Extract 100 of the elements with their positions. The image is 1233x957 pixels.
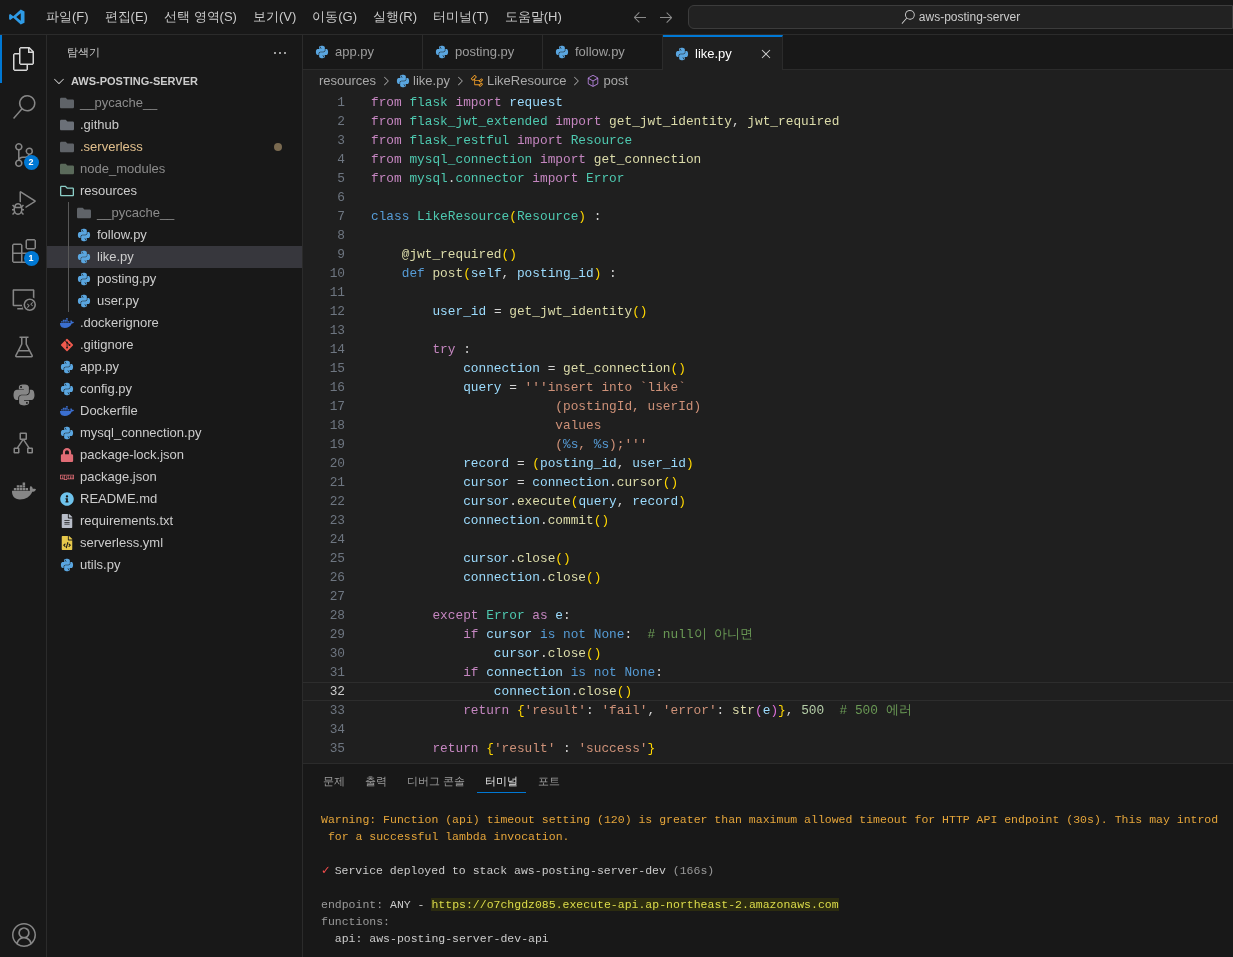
- lock-icon: [60, 448, 74, 462]
- folder-icon: [60, 118, 74, 132]
- menu-item[interactable]: 이동(G): [304, 7, 366, 27]
- tree-item[interactable]: follow.py: [47, 224, 302, 246]
- folder-icon: [60, 96, 74, 110]
- line-number: 1: [336, 93, 345, 112]
- line-number: 9: [336, 245, 345, 264]
- code-line: cursor.close(): [462, 549, 571, 568]
- tree-item[interactable]: user.py: [47, 290, 302, 312]
- source-control-icon: [12, 143, 36, 167]
- code-line: from flask import request: [371, 93, 563, 112]
- code-line: from mysql_connection import get_connection: [371, 150, 702, 169]
- line-number: 22: [328, 492, 345, 511]
- breadcrumb-item[interactable]: like.py: [413, 71, 450, 91]
- line-number: 7: [336, 207, 345, 226]
- tree-item[interactable]: Dockerfile: [47, 400, 302, 422]
- menu-item[interactable]: 실행(R): [365, 7, 426, 27]
- section-header[interactable]: AWS-POSTING-SERVER: [47, 70, 302, 92]
- tree-item[interactable]: app.py: [47, 356, 302, 378]
- tree-item[interactable]: requirements.txt: [47, 510, 302, 532]
- tree-item[interactable]: .gitignore: [47, 334, 302, 356]
- tree-item[interactable]: config.py: [47, 378, 302, 400]
- menu-item[interactable]: 터미널(T): [425, 7, 497, 27]
- line-number: 13: [328, 321, 345, 340]
- tree-item[interactable]: README.md: [47, 488, 302, 510]
- breadcrumb-item[interactable]: resources: [319, 71, 377, 91]
- menu-item[interactable]: 보기(V): [244, 7, 305, 27]
- line-number: 21: [328, 473, 345, 492]
- line-number: 4: [336, 150, 345, 169]
- editor-tab[interactable]: posting.py: [423, 35, 543, 70]
- code-line: connection.commit(): [462, 511, 610, 530]
- line-number: 35: [328, 739, 345, 758]
- python-icon: [396, 74, 411, 88]
- tree-item[interactable]: .serverless: [47, 136, 302, 158]
- tree-item[interactable]: package-lock.json: [47, 444, 302, 466]
- python-icon: [315, 45, 329, 59]
- line-number: 25: [328, 549, 345, 568]
- folder-icon: [60, 162, 74, 176]
- tree-item[interactable]: __pycache__: [47, 92, 302, 114]
- flask-icon: [12, 335, 36, 359]
- line-number: 12: [328, 302, 345, 321]
- panel-tab[interactable]: 터미널: [477, 769, 527, 794]
- line-number: 14: [328, 340, 345, 359]
- search-icon: [12, 95, 36, 119]
- terminal-line: ✓ Service deployed to stack aws-posting-server-dev (166s): [321, 862, 715, 879]
- line-number: 33: [328, 701, 345, 720]
- panel-tab[interactable]: 디버그 콘솔: [399, 769, 474, 794]
- breadcrumb-item[interactable]: post: [603, 71, 628, 91]
- code-line: connection.close(): [462, 568, 602, 587]
- code-line: (%s, %s);''': [554, 435, 648, 454]
- line-number: 3: [336, 131, 345, 150]
- python-icon: [77, 272, 91, 286]
- code-line: query = '''insert into `like`: [462, 378, 686, 397]
- activity-item[interactable]: 1: [0, 227, 47, 275]
- panel-tab[interactable]: 출력: [357, 769, 395, 794]
- tree-item[interactable]: .github: [47, 114, 302, 136]
- panel-tab[interactable]: 포트: [530, 769, 569, 794]
- tree-item[interactable]: .dockerignore: [47, 312, 302, 334]
- remote-explorer-icon: [12, 287, 36, 311]
- sidebar-title: 탐색기: [67, 45, 101, 61]
- hierarchy-icon: [12, 431, 36, 455]
- code-line: try :: [431, 340, 471, 359]
- tree-item[interactable]: package.json: [47, 466, 302, 488]
- python-icon: [60, 360, 74, 374]
- menu-item[interactable]: 선택 영역(S): [155, 7, 245, 27]
- python-icon: [60, 426, 74, 440]
- tree-item[interactable]: __pycache__: [47, 202, 302, 224]
- code-line: from mysql.connector import Error: [371, 169, 625, 188]
- python-icon: [77, 250, 91, 264]
- menu-item[interactable]: 파일(F): [38, 7, 97, 27]
- line-number: 6: [336, 188, 345, 207]
- terminal-line: api: aws-posting-server-dev-api: [333, 931, 549, 947]
- code-line: from flask_jwt_extended import get_jwt_identity, jwt_required: [371, 112, 840, 131]
- activity-item[interactable]: 2: [0, 131, 47, 179]
- whale-icon: [60, 316, 74, 330]
- code-line: def post(self, posting_id) :: [400, 264, 617, 283]
- terminal-line: functions:: [321, 914, 390, 930]
- tree-item[interactable]: resources: [47, 180, 302, 202]
- tree-item[interactable]: utils.py: [47, 554, 302, 576]
- class-icon: [469, 74, 484, 88]
- python-icon: [675, 46, 689, 61]
- code-line: record = (posting_id, user_id): [462, 454, 694, 473]
- whale-icon: [60, 404, 74, 418]
- tree-item[interactable]: like.py: [47, 246, 302, 268]
- python-icon: [77, 294, 91, 308]
- panel-tab[interactable]: 문제: [315, 769, 353, 794]
- editor-tab[interactable]: app.py: [303, 35, 423, 70]
- tree-item[interactable]: serverless.yml: [47, 532, 302, 554]
- editor-tab[interactable]: like.py: [663, 35, 783, 70]
- terminal-line: for a successful lambda invocation.: [326, 829, 570, 845]
- tree-item[interactable]: mysql_connection.py: [47, 422, 302, 444]
- tree-item[interactable]: node_modules: [47, 158, 302, 180]
- line-number: 23: [328, 511, 345, 530]
- breadcrumb-item[interactable]: LikeResource: [486, 71, 567, 91]
- tree-item[interactable]: posting.py: [47, 268, 302, 290]
- code-line: return {'result': 'fail', 'error': str(e)}, 500 # 500 에러: [462, 701, 912, 720]
- badge: 1: [23, 251, 39, 266]
- command-center[interactable]: aws-posting-server: [688, 5, 1233, 29]
- menu-item[interactable]: 편집(E): [96, 7, 156, 27]
- menu-item[interactable]: 도움말(H): [496, 7, 570, 27]
